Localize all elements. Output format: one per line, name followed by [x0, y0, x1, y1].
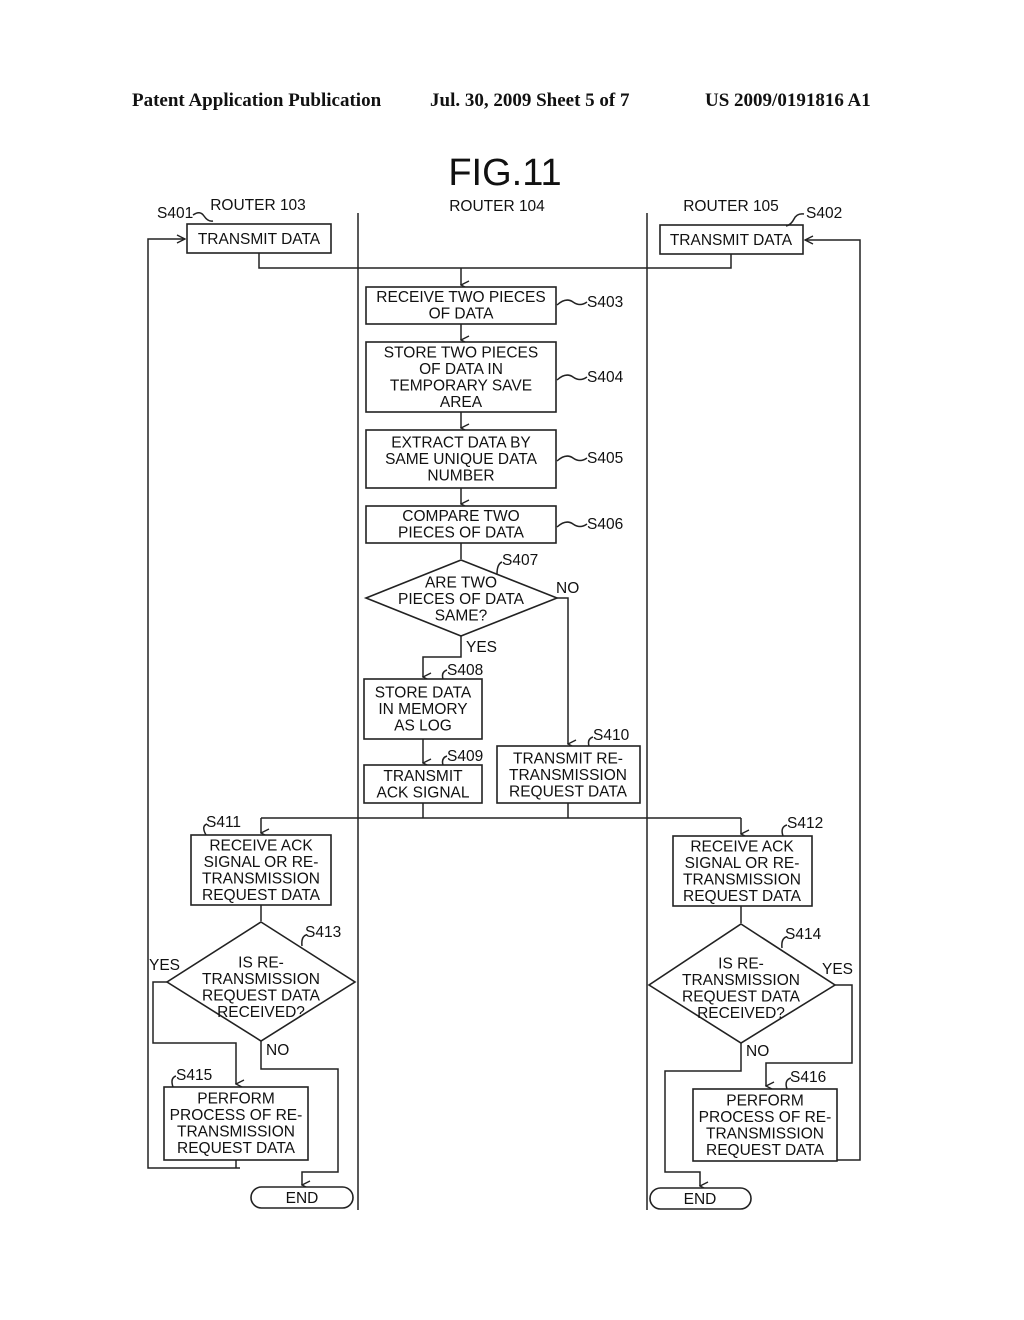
step-s414-line: IS RE-	[718, 955, 764, 972]
step-id-s416: S416	[790, 1069, 826, 1086]
end-label-right: END	[684, 1191, 717, 1208]
step-id-s415: S415	[176, 1067, 212, 1084]
step-s411-text: RECEIVE ACKSIGNAL OR RE-TRANSMISSIONREQU…	[202, 837, 321, 904]
leader-s406	[556, 521, 588, 528]
step-s402-line: TRANSMIT DATA	[670, 232, 793, 249]
step-s413-line: RECEIVED?	[217, 1004, 305, 1021]
step-s409-line: ACK SIGNAL	[376, 784, 469, 801]
step-s409-text: TRANSMITACK SIGNAL	[376, 768, 469, 802]
distribute-stubs	[422, 803, 569, 818]
step-id-s409: S409	[447, 748, 483, 765]
step-s408-line: AS LOG	[394, 718, 452, 735]
step-s412-line: REQUEST DATA	[683, 888, 802, 905]
step-s415-line: PERFORM	[197, 1090, 275, 1107]
step-s407-line: ARE TWO	[425, 575, 497, 592]
step-s403-line: OF DATA	[429, 305, 495, 322]
step-id-s412: S412	[787, 815, 823, 832]
branch-label-no-s413: NO	[266, 1042, 289, 1059]
step-s410-line: TRANSMISSION	[509, 767, 627, 784]
step-s412-line: SIGNAL OR RE-	[685, 855, 800, 872]
step-s407-line: SAME?	[435, 608, 488, 625]
step-s404-line: TEMPORARY SAVE	[390, 377, 532, 394]
step-s416-line: PROCESS OF RE-	[699, 1109, 832, 1126]
branch-label-no-s407: NO	[556, 580, 579, 597]
step-s404-line: AREA	[440, 394, 483, 411]
step-s415-line: REQUEST DATA	[177, 1140, 296, 1157]
step-s411-line: REQUEST DATA	[202, 887, 321, 904]
leader-s405	[556, 455, 588, 462]
step-s409-line: TRANSMIT	[383, 768, 463, 785]
step-s412-text: RECEIVE ACKSIGNAL OR RE-TRANSMISSIONREQU…	[683, 838, 802, 905]
step-s416-line: REQUEST DATA	[706, 1142, 825, 1159]
step-s413-line: IS RE-	[238, 954, 284, 971]
leader-s402	[785, 213, 805, 227]
step-s413-line: REQUEST DATA	[202, 987, 321, 1004]
leader-s403	[556, 299, 588, 306]
step-s412-line: TRANSMISSION	[683, 871, 801, 888]
step-id-s413: S413	[305, 924, 341, 941]
step-s412-line: RECEIVE ACK	[690, 838, 794, 855]
step-s411-line: TRANSMISSION	[202, 870, 320, 887]
step-s406-line: PIECES OF DATA	[398, 524, 525, 541]
step-s416-line: TRANSMISSION	[706, 1125, 824, 1142]
end-label-left: END	[286, 1190, 319, 1207]
arrow-no-to-s410	[557, 597, 568, 744]
loop-arrow-s416-to-s402	[766, 240, 861, 1161]
lane-label-router-103: ROUTER 103	[210, 197, 306, 214]
step-s408-line: IN MEMORY	[378, 701, 467, 718]
branch-label-yes-s414: YES	[822, 961, 853, 978]
step-s410-line: TRANSMIT RE-	[513, 751, 623, 768]
step-s415-line: TRANSMISSION	[177, 1123, 295, 1140]
step-s406-text: COMPARE TWOPIECES OF DATA	[398, 508, 525, 542]
lane-label-router-104: ROUTER 104	[449, 198, 545, 215]
lane-label-router-105: ROUTER 105	[683, 198, 779, 215]
step-id-s411: S411	[206, 814, 241, 831]
step-s411-line: RECEIVE ACK	[209, 837, 313, 854]
step-s413-line: TRANSMISSION	[202, 971, 320, 988]
step-s404-line: OF DATA IN	[419, 361, 503, 378]
figure-title: FIG.11	[448, 152, 561, 194]
step-s401-text: TRANSMIT DATA	[198, 231, 321, 248]
branch-label-yes-s413: YES	[149, 957, 180, 974]
step-s408-line: STORE DATA	[375, 685, 472, 702]
step-id-s401: S401	[157, 205, 193, 222]
step-s410-text: TRANSMIT RE-TRANSMISSIONREQUEST DATA	[509, 751, 628, 801]
step-id-s405: S405	[587, 450, 623, 467]
step-id-s408: S408	[447, 662, 483, 679]
step-id-s404: S404	[587, 369, 624, 386]
loop-arrow-s415-to-s401	[147, 239, 240, 1169]
branch-label-no-s414: NO	[746, 1043, 769, 1060]
step-s405-line: EXTRACT DATA BY	[391, 435, 531, 452]
step-s414-line: TRANSMISSION	[682, 972, 800, 989]
step-id-s407: S407	[502, 552, 538, 569]
step-id-s402: S402	[806, 205, 842, 222]
merge-connector	[258, 253, 732, 269]
step-s414-line: REQUEST DATA	[682, 988, 801, 1005]
step-s406-line: COMPARE TWO	[402, 508, 519, 525]
step-id-s414: S414	[785, 926, 822, 943]
step-s405-line: NUMBER	[427, 468, 494, 485]
step-s411-line: SIGNAL OR RE-	[204, 854, 319, 871]
step-s410-line: REQUEST DATA	[509, 784, 628, 801]
step-id-s403: S403	[587, 294, 623, 311]
branch-label-yes-s407: YES	[466, 639, 497, 656]
step-s405-line: SAME UNIQUE DATA	[385, 451, 538, 468]
step-s401-line: TRANSMIT DATA	[198, 231, 321, 248]
step-id-s410: S410	[593, 727, 630, 744]
step-s414-line: RECEIVED?	[697, 1005, 785, 1022]
step-s416-line: PERFORM	[726, 1092, 804, 1109]
step-s404-line: STORE TWO PIECES	[384, 344, 538, 361]
step-id-s406: S406	[587, 516, 623, 533]
step-s402-text: TRANSMIT DATA	[670, 232, 793, 249]
step-s415-line: PROCESS OF RE-	[170, 1107, 303, 1124]
flowchart: FIG.11 ROUTER 103 ROUTER 104 ROUTER 105 …	[147, 152, 861, 1210]
leader-s404	[556, 374, 588, 381]
step-s403-line: RECEIVE TWO PIECES	[376, 289, 545, 306]
step-s407-line: PIECES OF DATA	[398, 591, 525, 608]
